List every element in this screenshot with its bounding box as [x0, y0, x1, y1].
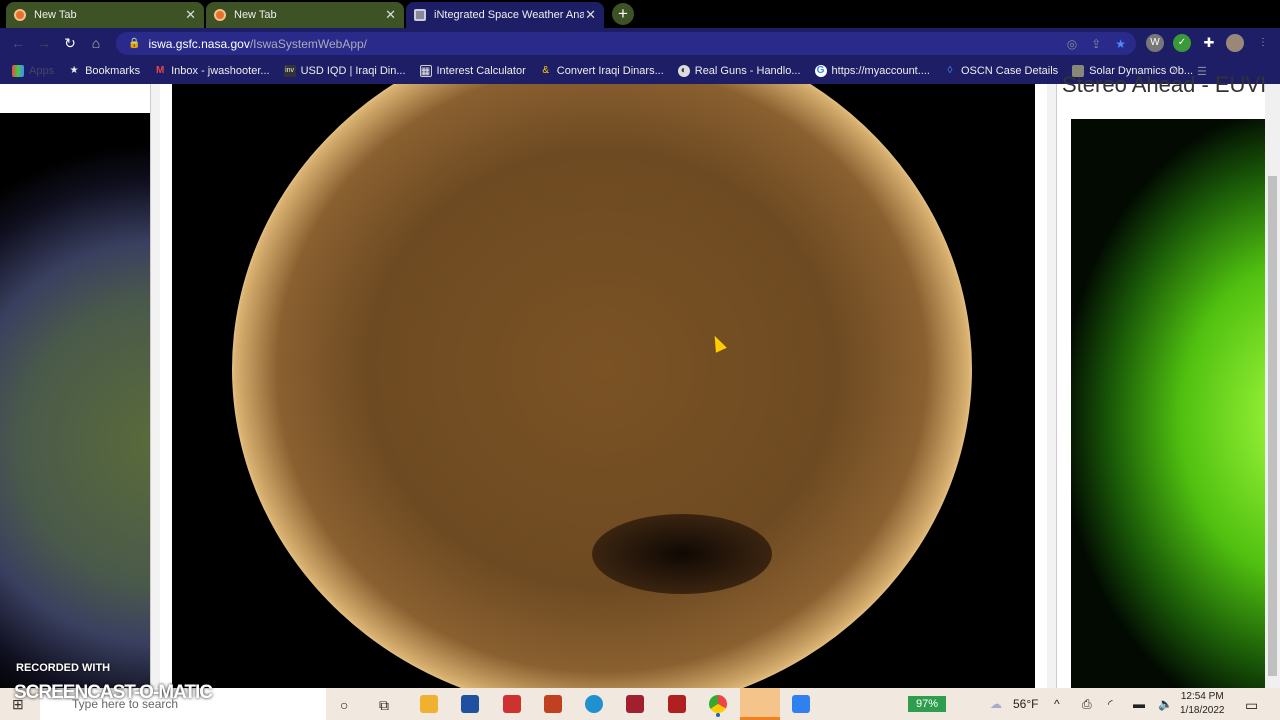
- extension-check-icon[interactable]: ✓: [1173, 34, 1191, 52]
- address-bar[interactable]: 🔒 iswa.gsfc.nasa.gov/IswaSystemWebApp/ ◎…: [116, 32, 1136, 55]
- reload-icon[interactable]: ↻: [57, 35, 83, 52]
- app-book-icon[interactable]: [544, 695, 562, 713]
- extensions-puzzle-icon[interactable]: ✚: [1200, 34, 1218, 52]
- close-icon[interactable]: ✕: [385, 7, 396, 23]
- chevron-up-icon[interactable]: ^: [1054, 697, 1060, 711]
- apps-grid-icon: [12, 65, 24, 77]
- bookmark-label: Real Guns - Handlo...: [694, 65, 801, 77]
- tab-new-tab-2[interactable]: New Tab ✕: [206, 2, 404, 28]
- globe-icon: ◐: [677, 65, 690, 77]
- forward-icon[interactable]: →: [31, 35, 57, 51]
- bookmark-label: https://myaccount....: [831, 65, 930, 77]
- toolbar: ← → ↻ ⌂ 🔒 iswa.gsfc.nasa.gov/IswaSystemW…: [0, 28, 1280, 58]
- notifications-icon[interactable]: ▭: [1245, 697, 1258, 714]
- new-tab-button[interactable]: +: [612, 3, 634, 25]
- bookmark-label: Apps: [29, 65, 55, 77]
- bookmark-convert-dinars[interactable]: & Convert Iraqi Dinars...: [540, 65, 664, 77]
- screencast-app-icon[interactable]: [740, 688, 780, 720]
- bookmark-star-icon[interactable]: ★: [1115, 37, 1126, 51]
- menu-icon[interactable]: ⋮: [1254, 34, 1272, 52]
- task-view-icon[interactable]: ⧉: [379, 697, 389, 714]
- bookmark-label: Convert Iraqi Dinars...: [556, 65, 664, 77]
- bookmark-interest-calculator[interactable]: ▦ Interest Calculator: [419, 65, 526, 77]
- tab-title: iNtegrated Space Weather Analy: [434, 9, 584, 21]
- weather-icon: ☁: [990, 697, 1002, 711]
- left-solar-image[interactable]: [0, 113, 150, 688]
- bookmark-usd-iqd[interactable]: inv USD IQD | Iraqi Din...: [283, 65, 406, 77]
- panel-divider: [1047, 84, 1057, 688]
- meet-now-icon[interactable]: ⎙: [1082, 697, 1092, 712]
- sdo-sun-image[interactable]: [172, 84, 1035, 688]
- bookmark-label: Inbox - jwashooter...: [171, 65, 270, 77]
- tab-title: New Tab: [34, 9, 77, 21]
- zoom-icon[interactable]: [792, 695, 810, 713]
- investing-icon: inv: [283, 65, 296, 77]
- access-icon[interactable]: [626, 695, 644, 713]
- currency-icon: &: [542, 65, 550, 76]
- gmail-icon: M: [155, 65, 165, 76]
- stereo-euvi-image[interactable]: [1071, 119, 1265, 688]
- panel-divider: [150, 84, 160, 688]
- close-icon[interactable]: ✕: [585, 7, 596, 23]
- clock-time: 12:54 PM: [1180, 691, 1224, 702]
- cortana-icon[interactable]: ○: [340, 697, 348, 713]
- extension-w-icon[interactable]: W: [1146, 34, 1164, 52]
- bookmark-real-guns[interactable]: ◐ Real Guns - Handlo...: [677, 65, 801, 77]
- home-icon[interactable]: ⌂: [83, 35, 109, 51]
- close-icon[interactable]: ✕: [185, 7, 196, 23]
- wifi-icon[interactable]: ◜: [1108, 697, 1113, 711]
- app-red-icon[interactable]: [503, 695, 521, 713]
- sun-disk: [232, 84, 972, 688]
- store-icon[interactable]: [461, 695, 479, 713]
- scrollbar[interactable]: [1265, 84, 1280, 688]
- bookmark-label: Bookmarks: [85, 65, 141, 77]
- lock-icon: 🔒: [128, 38, 141, 49]
- clock[interactable]: 12:54 PM 1/18/2022: [1180, 690, 1225, 718]
- back-icon[interactable]: ←: [5, 35, 31, 51]
- chrome-icon[interactable]: [709, 695, 727, 713]
- duckduckgo-icon: [14, 9, 26, 21]
- edge-icon[interactable]: [585, 695, 603, 713]
- clock-date: 1/18/2022: [1180, 705, 1225, 716]
- star-icon: ★: [69, 65, 79, 76]
- page-content: Stereo Ahead - EUVI: [0, 72, 1280, 688]
- url-path: /IswaSystemWebApp/: [249, 36, 368, 51]
- bookmark-label: Interest Calculator: [436, 65, 526, 77]
- volume-icon[interactable]: 🔈: [1158, 697, 1173, 711]
- iswa-favicon: [414, 9, 426, 21]
- google-icon: G: [814, 65, 827, 77]
- bookmark-label: USD IQD | Iraqi Din...: [300, 65, 406, 77]
- share-icon[interactable]: ⇪: [1091, 37, 1101, 51]
- scrollbar-thumb[interactable]: [1268, 176, 1277, 676]
- calculator-icon: ▦: [419, 65, 432, 77]
- bookmark-myaccount[interactable]: Ghttps://myaccount....: [814, 65, 930, 77]
- bookmark-bookmarks[interactable]: ★ Bookmarks: [68, 65, 141, 77]
- url-host: iswa.gsfc.nasa.gov: [148, 36, 250, 51]
- tab-new-tab-1[interactable]: New Tab ✕: [6, 2, 204, 28]
- stereo-panel-title: Stereo Ahead - EUVI: [1062, 72, 1265, 97]
- file-explorer-icon[interactable]: [420, 695, 438, 713]
- bookmark-apps[interactable]: Apps: [12, 65, 54, 77]
- bookmark-gmail[interactable]: M Inbox - jwashooter...: [154, 65, 270, 77]
- screencast-logo: SCREENCAST-O-MATIC: [14, 682, 213, 703]
- app-s-icon[interactable]: [668, 695, 686, 713]
- eye-off-icon[interactable]: ◎: [1067, 37, 1077, 51]
- battery-icon[interactable]: ▬: [1133, 697, 1145, 711]
- bookmark-oscn[interactable]: ◊ OSCN Case Details: [944, 65, 1058, 77]
- profile-avatar[interactable]: [1226, 34, 1244, 52]
- oscn-shield-icon: ◊: [947, 65, 953, 76]
- duckduckgo-icon: [214, 9, 226, 21]
- battery-indicator[interactable]: 97%: [908, 696, 946, 712]
- weather-temp[interactable]: 56°F: [1013, 697, 1038, 711]
- tab-title: New Tab: [234, 9, 277, 21]
- tab-iswa[interactable]: iNtegrated Space Weather Analy ✕: [406, 2, 604, 28]
- tab-bar: New Tab ✕ New Tab ✕ iNtegrated Space Weath…: [0, 0, 1280, 28]
- bookmark-label: OSCN Case Details: [960, 65, 1059, 77]
- recording-watermark: RECORDED WITH: [16, 662, 111, 674]
- coronal-hole: [592, 514, 772, 594]
